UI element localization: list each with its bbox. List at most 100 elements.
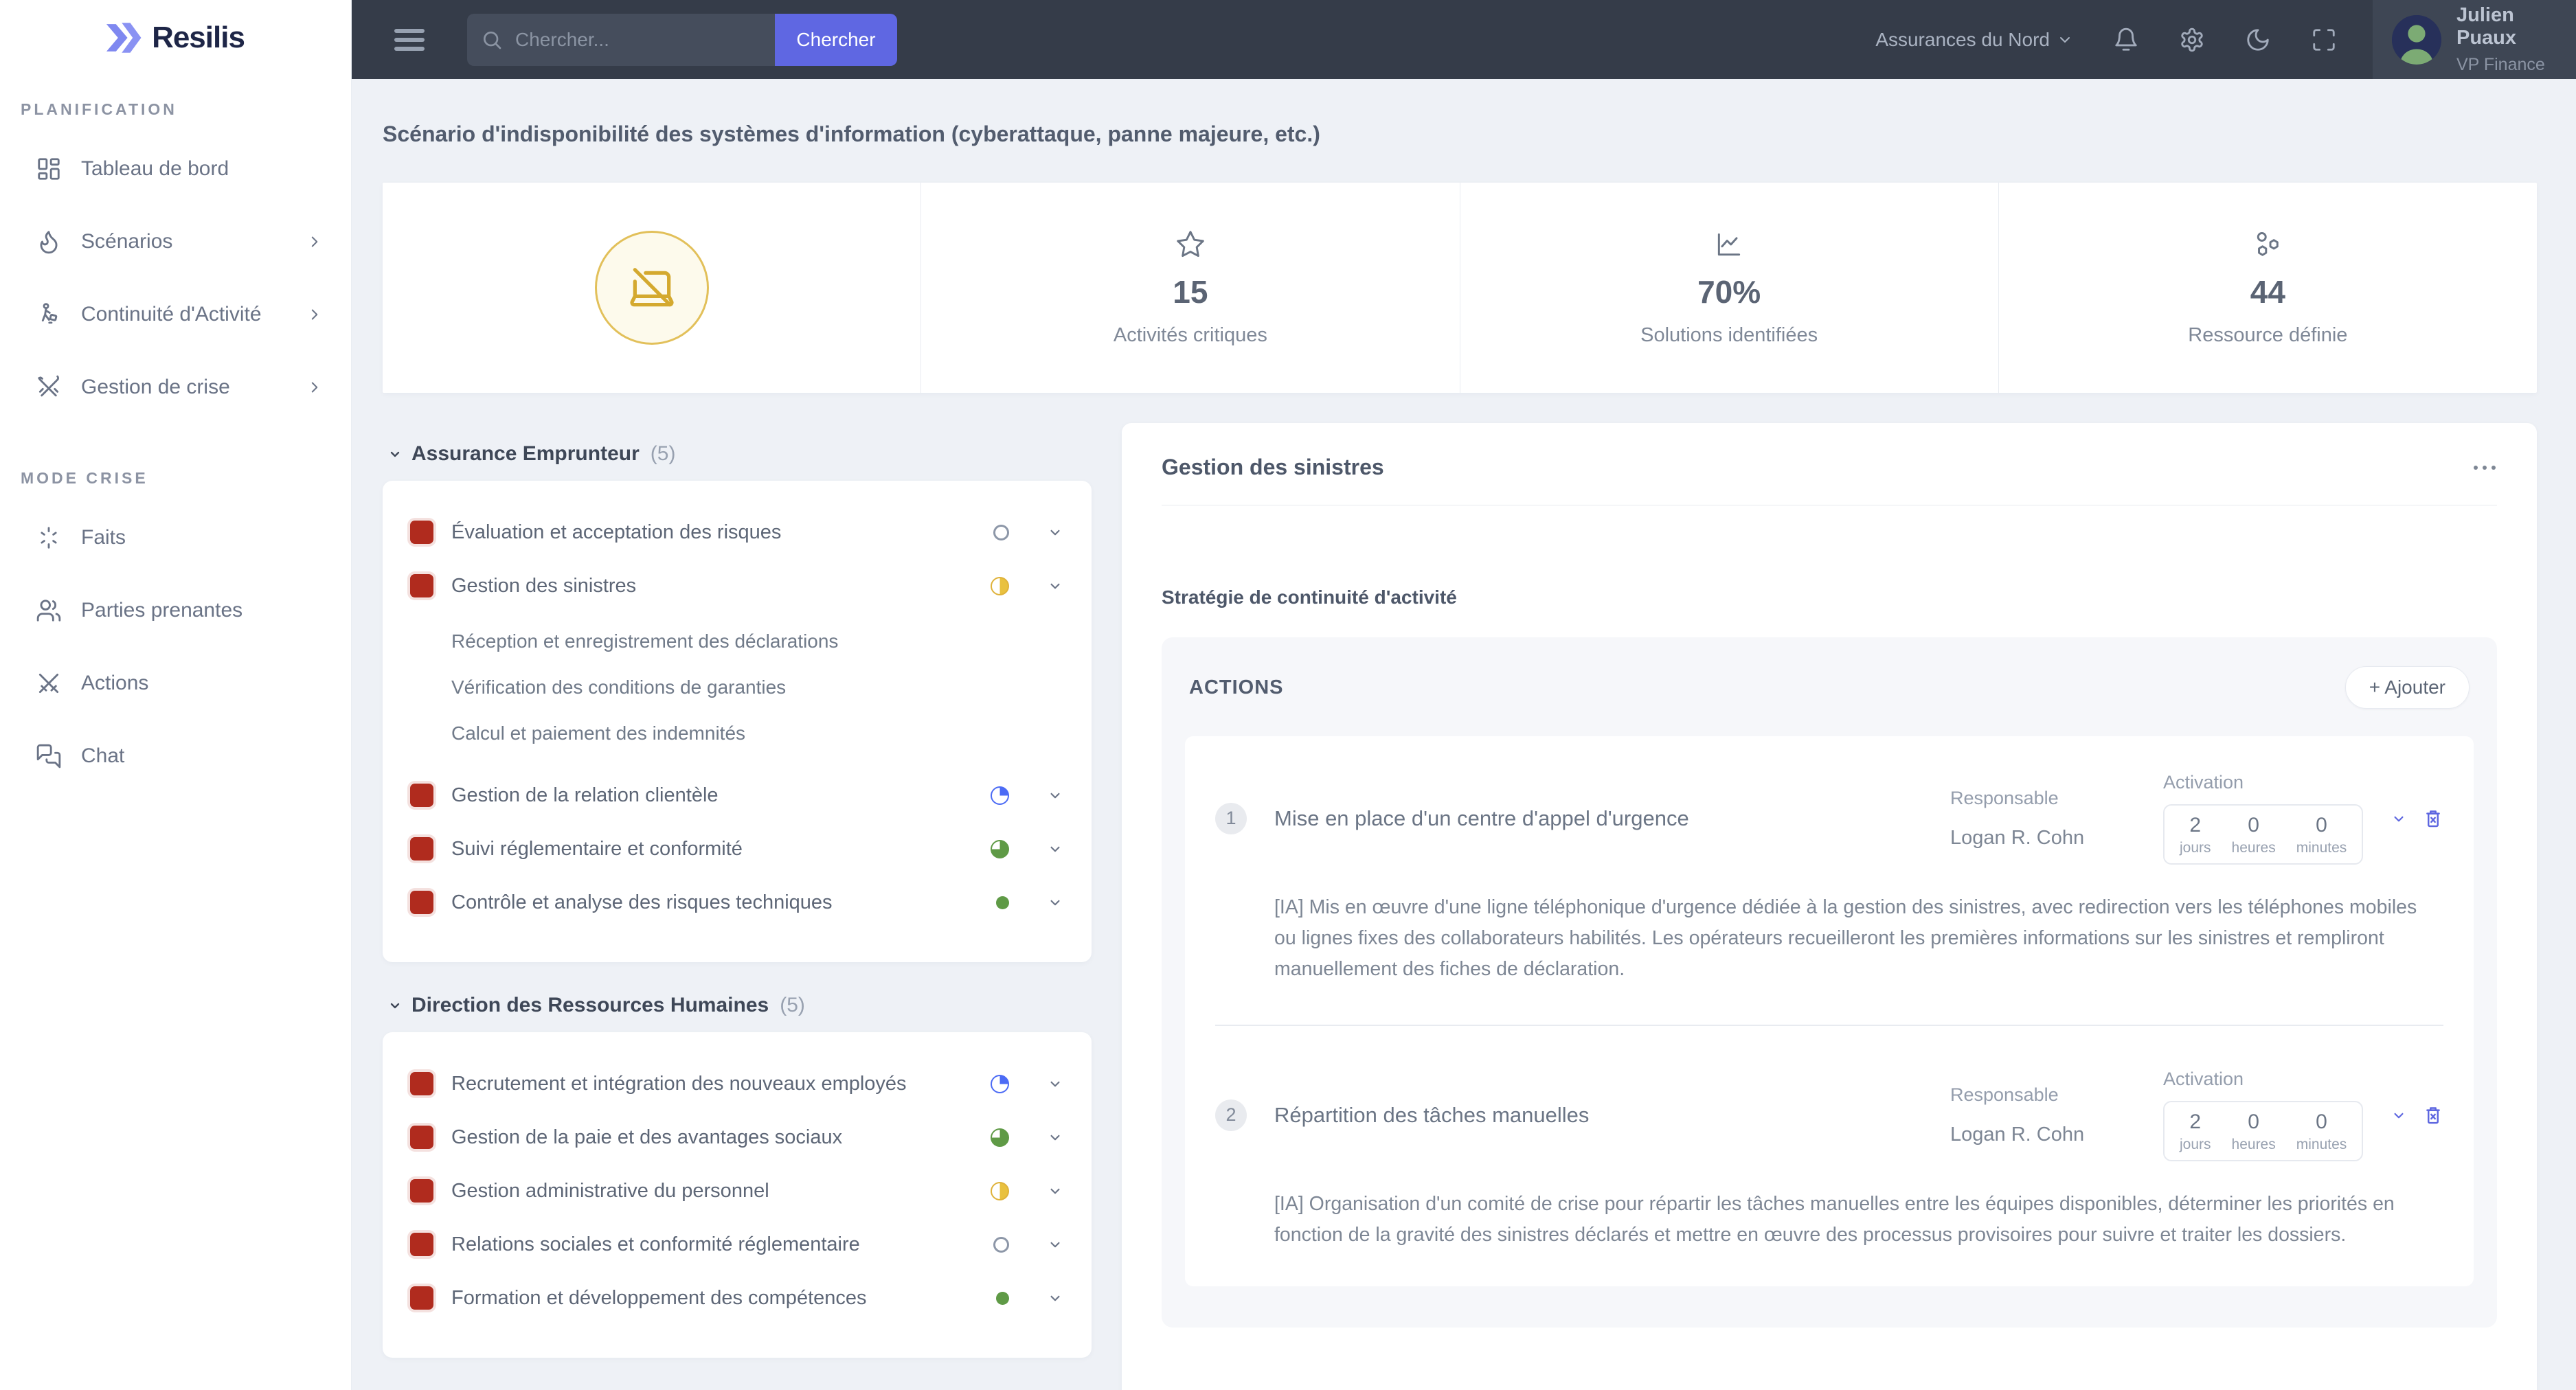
criticality-square-icon bbox=[410, 1179, 433, 1203]
chevron-down-icon[interactable] bbox=[1046, 1235, 1064, 1253]
activity-label: Suivi réglementaire et conformité bbox=[451, 837, 743, 860]
chevron-right-icon bbox=[306, 378, 324, 396]
org-selector-label: Assurances du Nord bbox=[1875, 28, 2050, 50]
sidebar-item-gestion-de-crise[interactable]: Gestion de crise bbox=[0, 351, 351, 424]
brand-logo[interactable]: Resilis bbox=[0, 21, 351, 55]
chevron-down-icon[interactable] bbox=[1046, 893, 1064, 911]
activation-delay-box[interactable]: 2 jours 0 heures 0 minutes bbox=[2163, 1101, 2364, 1162]
activity-row[interactable]: Gestion de la paie et des avantages soci… bbox=[383, 1110, 1092, 1164]
sidebar-item-label: Chat bbox=[81, 744, 125, 767]
sidebar-item-label: Tableau de bord bbox=[81, 157, 229, 180]
collapse-chevron-icon[interactable] bbox=[2390, 810, 2408, 828]
chevron-down-icon[interactable] bbox=[1046, 1182, 1064, 1200]
page-title: Scénario d'indisponibilité des systèmes … bbox=[383, 122, 1320, 146]
chevron-down-icon[interactable] bbox=[1046, 840, 1064, 858]
fullscreen-icon[interactable] bbox=[2311, 27, 2337, 53]
chevron-down-icon[interactable] bbox=[1046, 786, 1064, 804]
search-button[interactable]: Chercher bbox=[775, 13, 897, 66]
sidebar-item-tableau-de-bord[interactable]: Tableau de bord bbox=[0, 133, 351, 205]
group-header-drh[interactable]: Direction des Ressources Humaines (5) bbox=[387, 994, 1092, 1017]
stat-scenario-type bbox=[383, 183, 920, 393]
user-menu[interactable]: Julien Puaux VP Finance bbox=[2373, 0, 2576, 79]
sidebar-item-chat[interactable]: Chat bbox=[0, 720, 351, 793]
chevron-down-icon bbox=[2060, 36, 2070, 43]
user-name: Julien Puaux bbox=[2456, 4, 2517, 49]
sub-activity[interactable]: Vérification des conditions de garanties bbox=[383, 664, 1092, 710]
stat-value: 70% bbox=[1697, 273, 1761, 310]
activation-hours[interactable]: 0 heures bbox=[2232, 1110, 2276, 1153]
activation-days[interactable]: 2 jours bbox=[2180, 814, 2211, 856]
activation-delay-box[interactable]: 2 jours 0 heures 0 minutes bbox=[2163, 804, 2364, 865]
activity-row[interactable]: Formation et développement des compétenc… bbox=[383, 1271, 1092, 1325]
add-action-button[interactable]: + Ajouter bbox=[2345, 666, 2470, 709]
sidebar: Resilis PLANIFICATION Tableau de bord Sc… bbox=[0, 0, 352, 1390]
responsable-label: Responsable bbox=[1950, 1084, 2059, 1105]
group-card-drh: Recrutement et intégration des nouveaux … bbox=[383, 1032, 1092, 1358]
bell-icon[interactable] bbox=[2113, 27, 2139, 53]
chevron-down-icon[interactable] bbox=[1046, 1128, 1064, 1146]
group-count: (5) bbox=[650, 442, 676, 465]
fire-icon bbox=[36, 229, 62, 255]
activation-days[interactable]: 2 jours bbox=[2180, 1110, 2211, 1153]
activity-row[interactable]: Gestion de la relation clientèle bbox=[383, 768, 1092, 822]
stat-value: 44 bbox=[2250, 273, 2285, 310]
activity-row[interactable]: Recrutement et intégration des nouveaux … bbox=[383, 1057, 1092, 1110]
activation-hours[interactable]: 0 heures bbox=[2232, 814, 2276, 856]
activation-label: Activation bbox=[2163, 772, 2244, 793]
detail-subtitle: Stratégie de continuité d'activité bbox=[1162, 586, 1457, 608]
search-box bbox=[467, 13, 775, 66]
search-group: Chercher bbox=[467, 13, 897, 66]
criticality-square-icon bbox=[410, 1286, 433, 1310]
detail-title: Gestion des sinistres bbox=[1162, 455, 1384, 479]
sidebar-item-scenarios[interactable]: Scénarios bbox=[0, 205, 351, 278]
activity-row[interactable]: Gestion des sinistres bbox=[383, 559, 1092, 613]
activity-row[interactable]: Suivi réglementaire et conformité bbox=[383, 822, 1092, 876]
group-title: Assurance Emprunteur bbox=[411, 442, 640, 465]
sub-activity[interactable]: Calcul et paiement des indemnités bbox=[383, 710, 1092, 756]
sidebar-item-parties-prenantes[interactable]: Parties prenantes bbox=[0, 574, 351, 647]
responsable-label: Responsable bbox=[1950, 787, 2059, 808]
activity-row[interactable]: Gestion administrative du personnel bbox=[383, 1164, 1092, 1218]
collapse-chevron-icon[interactable] bbox=[2390, 1106, 2408, 1124]
activity-label: Contrôle et analyse des risques techniqu… bbox=[451, 891, 833, 913]
stat-label: Activités critiques bbox=[1113, 323, 1267, 346]
continuity-icon bbox=[36, 301, 62, 328]
sidebar-item-continuite[interactable]: Continuité d'Activité bbox=[0, 278, 351, 351]
user-role: VP Finance bbox=[2456, 55, 2545, 74]
chevron-down-icon[interactable] bbox=[1046, 1075, 1064, 1093]
chevron-down-icon[interactable] bbox=[1046, 523, 1064, 541]
actions-list: 1 Mise en place d'un centre d'appel d'ur… bbox=[1185, 736, 2474, 1287]
delete-icon[interactable] bbox=[2423, 808, 2443, 830]
more-menu-icon[interactable] bbox=[2472, 459, 2497, 477]
delete-icon[interactable] bbox=[2423, 1104, 2443, 1126]
sidebar-item-actions[interactable]: Actions bbox=[0, 647, 351, 720]
brand-name: Resilis bbox=[152, 21, 245, 54]
sub-activity[interactable]: Réception et enregistrement des déclarat… bbox=[383, 618, 1092, 664]
action-number-badge: 2 bbox=[1215, 1099, 1247, 1131]
moon-icon[interactable] bbox=[2245, 27, 2271, 53]
action-description: [IA] Organisation d'un comité de crise p… bbox=[1274, 1193, 2395, 1246]
activity-row[interactable]: Évaluation et acceptation des risques bbox=[383, 505, 1092, 559]
users-icon bbox=[36, 597, 62, 624]
activation-minutes[interactable]: 0 minutes bbox=[2296, 1110, 2347, 1153]
stat-value: 15 bbox=[1173, 273, 1208, 310]
criticality-square-icon bbox=[410, 784, 433, 807]
activity-row[interactable]: Relations sociales et conformité régleme… bbox=[383, 1218, 1092, 1271]
actions-header: ACTIONS bbox=[1189, 676, 1284, 698]
menu-icon[interactable] bbox=[394, 24, 425, 56]
gear-icon[interactable] bbox=[2179, 27, 2205, 53]
chevron-down-icon bbox=[390, 1003, 400, 1009]
sidebar-item-faits[interactable]: Faits bbox=[0, 501, 351, 574]
action-title: Mise en place d'un centre d'appel d'urge… bbox=[1274, 806, 1689, 830]
chevron-down-icon[interactable] bbox=[1046, 1289, 1064, 1307]
stat-label: Ressource définie bbox=[2188, 323, 2348, 346]
group-header-assurance-emprunteur[interactable]: Assurance Emprunteur (5) bbox=[387, 442, 1092, 466]
chevron-right-icon bbox=[306, 306, 324, 323]
activity-row[interactable]: Contrôle et analyse des risques techniqu… bbox=[383, 876, 1092, 929]
chevron-down-icon[interactable] bbox=[1046, 577, 1064, 595]
responsable-value[interactable]: Logan R. Cohn bbox=[1950, 827, 2156, 850]
responsable-value[interactable]: Logan R. Cohn bbox=[1950, 1124, 2156, 1146]
org-selector[interactable]: Assurances du Nord bbox=[1875, 29, 2073, 51]
search-input[interactable] bbox=[515, 28, 761, 51]
activation-minutes[interactable]: 0 minutes bbox=[2296, 814, 2347, 856]
